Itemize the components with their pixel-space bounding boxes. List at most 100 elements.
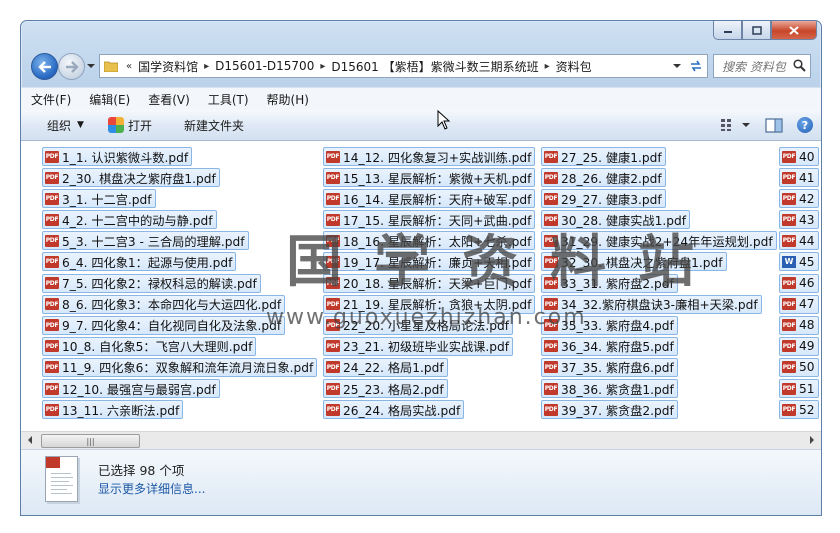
file-item[interactable]: PDF 11_9. 四化象6：双象解和流年流月流日象.pdf — [42, 357, 318, 377]
file-item[interactable]: PDF 50 — [779, 357, 819, 377]
menu-edit[interactable]: 编辑(E) — [79, 91, 138, 108]
chevron-right-icon[interactable]: ▸ — [543, 61, 552, 72]
file-item[interactable]: PDF 25_23. 格局2.pdf — [323, 379, 448, 399]
file-item[interactable]: PDF 32_30. 棋盘决之紫府盘1.pdf — [541, 252, 727, 272]
breadcrumb-item[interactable]: D15601 【紫梧】紫微斗数三期系统班 — [327, 58, 542, 75]
organize-button[interactable]: 组织 ▼ — [21, 110, 94, 140]
file-item[interactable]: PDF 49 — [779, 336, 819, 356]
new-folder-button[interactable]: 新建文件夹 — [162, 110, 254, 140]
pdf-file-icon: PDF — [45, 171, 59, 184]
file-item[interactable]: PDF 9_7. 四化象4：自化视同自化及法象.pdf — [42, 315, 286, 335]
file-item[interactable]: PDF 29_27. 健康3.pdf — [541, 189, 666, 209]
open-button[interactable]: 打开 — [94, 110, 162, 140]
breadcrumb-item[interactable]: D15601-D15700 — [211, 59, 318, 73]
search-box[interactable] — [713, 54, 811, 78]
file-item[interactable]: PDF 13_11. 六亲断法.pdf — [42, 400, 184, 420]
file-name: 44 — [799, 233, 815, 248]
file-item[interactable]: PDF 34_32.紫府棋盘诀3-廉相+天梁.pdf — [541, 294, 762, 314]
minimize-button[interactable] — [713, 21, 742, 40]
file-item[interactable]: PDF 10_8. 自化象5：飞宫八大理则.pdf — [42, 336, 257, 356]
file-item[interactable]: PDF 5_3. 十二宫3 - 三合局的理解.pdf — [42, 231, 249, 251]
file-item[interactable]: PDF 52 — [779, 400, 819, 420]
scroll-right-icon[interactable] — [809, 436, 815, 444]
file-item[interactable]: PDF 1_1. 认识紫微斗数.pdf — [42, 147, 193, 166]
word-file-icon: W — [782, 255, 796, 268]
file-item[interactable]: PDF 37_35. 紫府盘6.pdf — [541, 357, 678, 377]
file-item[interactable]: PDF 47 — [779, 294, 819, 314]
file-item[interactable]: PDF 15_13. 星辰解析：紫微+天机.pdf — [323, 168, 536, 188]
file-item[interactable]: PDF 26_24. 格局实战.pdf — [323, 400, 465, 420]
menu-tools[interactable]: 工具(T) — [198, 91, 257, 108]
file-item[interactable]: PDF 41 — [779, 168, 819, 188]
menu-view[interactable]: 查看(V) — [138, 91, 198, 108]
file-item[interactable]: PDF 22_20. 小星星及格局论法.pdf — [323, 315, 513, 335]
search-icon[interactable] — [793, 59, 806, 72]
file-item[interactable]: PDF 38_36. 紫贪盘1.pdf — [541, 379, 678, 399]
maximize-button[interactable] — [742, 21, 771, 40]
file-item[interactable]: PDF 4_2. 十二宫中的动与静.pdf — [42, 210, 217, 230]
file-item[interactable]: PDF 19_17. 星辰解析：廉贞+天相.pdf — [323, 252, 536, 272]
refresh-button[interactable] — [685, 54, 708, 78]
close-button[interactable] — [771, 21, 817, 40]
file-item[interactable]: PDF 14_12. 四化象复习+实战训练.pdf — [323, 147, 536, 166]
file-item[interactable]: PDF 8_6. 四化象3：本命四化与大运四化.pdf — [42, 294, 286, 314]
file-item[interactable]: PDF 21_19. 星辰解析：贪狼+太阴.pdf — [323, 294, 536, 314]
file-item[interactable]: PDF 31_29. 健康实战2+24年年运规划.pdf — [541, 231, 777, 251]
back-button[interactable] — [31, 53, 58, 80]
recent-pages-dropdown-icon[interactable] — [86, 61, 96, 71]
file-item[interactable]: PDF 28_26. 健康2.pdf — [541, 168, 666, 188]
scrollbar-thumb[interactable]: ||| — [41, 434, 140, 448]
address-bar[interactable]: « 国学资料馆 ▸ D15601-D15700 ▸ D15601 【紫梧】紫微斗… — [99, 54, 687, 78]
file-item[interactable]: PDF 12_10. 最强宫与最弱宫.pdf — [42, 379, 220, 399]
breadcrumb-item[interactable]: 资料包 — [552, 58, 596, 75]
file-item[interactable]: PDF 2_30. 棋盘决之紫府盘1.pdf — [42, 168, 220, 188]
menu-help[interactable]: 帮助(H) — [257, 91, 317, 108]
address-dropdown-icon[interactable] — [672, 61, 682, 71]
breadcrumb-overflow-icon[interactable]: « — [124, 61, 134, 72]
pdf-file-icon — [45, 456, 78, 502]
file-item[interactable]: PDF 44 — [779, 231, 819, 251]
file-item[interactable]: PDF 48 — [779, 315, 819, 335]
file-item[interactable]: PDF 6_4. 四化象1：起源与使用.pdf — [42, 252, 237, 272]
file-item[interactable]: PDF 36_34. 紫府盘5.pdf — [541, 336, 678, 356]
horizontal-scrollbar[interactable]: ||| — [21, 431, 821, 449]
file-name: 1_1. 认识紫微斗数.pdf — [62, 150, 189, 165]
file-item[interactable]: PDF 27_25. 健康1.pdf — [541, 147, 666, 166]
file-item[interactable]: PDF 23_21. 初级班毕业实战课.pdf — [323, 336, 513, 356]
file-item[interactable]: PDF 7_5. 四化象2：禄权科忌的解读.pdf — [42, 273, 261, 293]
file-name: 48 — [799, 318, 815, 333]
file-name: 19_17. 星辰解析：廉贞+天相.pdf — [343, 255, 532, 270]
file-item[interactable]: PDF 35_33. 紫府盘4.pdf — [541, 315, 678, 335]
file-item[interactable]: PDF 33_31. 紫府盘2.pdf — [541, 273, 678, 293]
forward-button[interactable] — [58, 53, 85, 80]
breadcrumb-item[interactable]: 国学资料馆 — [134, 58, 202, 75]
file-item[interactable]: PDF 30_28. 健康实战1.pdf — [541, 210, 690, 230]
file-item[interactable]: PDF 3_1. 十二宫.pdf — [42, 189, 156, 209]
preview-pane-icon[interactable] — [765, 117, 783, 133]
file-name: 2_30. 棋盘决之紫府盘1.pdf — [62, 171, 216, 186]
pdf-file-icon: PDF — [544, 171, 558, 184]
file-item[interactable]: PDF 42 — [779, 189, 819, 209]
file-item[interactable]: PDF 17_15. 星辰解析：天同+武曲.pdf — [323, 210, 536, 230]
show-more-details-link[interactable]: 显示更多详细信息... — [98, 480, 205, 497]
file-item[interactable]: PDF 43 — [779, 210, 819, 230]
scroll-left-icon[interactable] — [27, 436, 33, 444]
file-item[interactable]: PDF 20_18. 星辰解析：天梁+巨门.pdf — [323, 273, 536, 293]
file-item[interactable]: PDF 51 — [779, 379, 819, 399]
chevron-right-icon[interactable]: ▸ — [202, 61, 211, 72]
file-item[interactable]: PDF 16_14. 星辰解析：天府+破军.pdf — [323, 189, 536, 209]
file-item[interactable]: PDF 24_22. 格局1.pdf — [323, 357, 448, 377]
file-name: 29_27. 健康3.pdf — [561, 192, 662, 207]
pdf-file-icon: PDF — [45, 213, 59, 226]
file-item[interactable]: PDF 40 — [779, 147, 819, 166]
file-item[interactable]: W 45 — [779, 252, 819, 272]
help-icon[interactable]: ? — [797, 117, 813, 133]
pdf-file-icon: PDF — [326, 298, 340, 311]
file-item[interactable]: PDF 46 — [779, 273, 819, 293]
search-input[interactable] — [720, 57, 794, 77]
chevron-right-icon[interactable]: ▸ — [318, 61, 327, 72]
file-item[interactable]: PDF 39_37. 紫贪盘2.pdf — [541, 400, 678, 420]
menu-file[interactable]: 文件(F) — [21, 91, 79, 108]
file-item[interactable]: PDF 18_16. 星辰解析：太阳+七杀.pdf — [323, 231, 536, 251]
change-view-icon[interactable] — [721, 118, 751, 132]
